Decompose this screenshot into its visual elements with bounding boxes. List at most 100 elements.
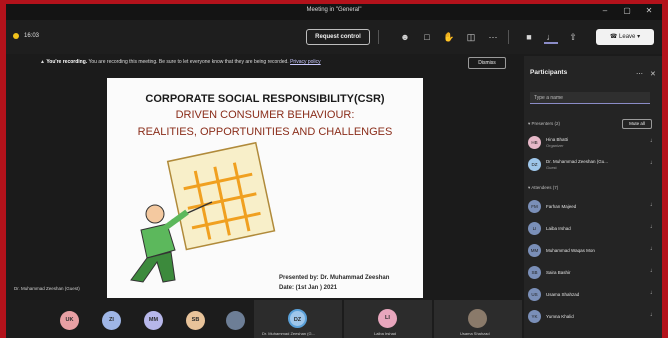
participant-row[interactable]: SB Saira Bashir ♩	[528, 265, 660, 281]
video-tile[interactable]: DZ Dr. Muhammad Zeeshan (G...	[254, 300, 342, 338]
tile-name: Laiba Irshad	[374, 331, 397, 336]
avatar[interactable]: MM	[144, 311, 163, 330]
chat-icon[interactable]: □	[420, 30, 434, 44]
slide-title-line-2: DRIVEN CONSUMER BEHAVIOUR:	[175, 109, 355, 121]
avatar: DZ	[288, 309, 307, 328]
avatar: SB	[528, 266, 541, 279]
dismiss-button[interactable]: Dismiss	[468, 57, 506, 69]
share-screen-icon[interactable]: ⇧	[566, 30, 580, 44]
avatar: LI	[528, 222, 541, 235]
warning-icon: ▲	[40, 59, 45, 65]
raise-hand-icon[interactable]: ✋	[442, 30, 456, 44]
participant-name: Dr. Muhammad Zeeshan (Gu...	[546, 159, 609, 164]
meeting-timer: 16:03	[24, 33, 40, 39]
participant-name: Yumna Khalid	[546, 314, 574, 319]
mic-muted-icon: ♩	[650, 268, 656, 274]
avatar: FM	[528, 200, 541, 213]
meeting-toolbar: 16:03 Request control ☻ □ ✋ ◫ ⋯ ■ ♩ ⇧ ☎ …	[6, 20, 662, 54]
presented-by: Presented by: Dr. Muhammad Zeeshan	[279, 275, 390, 281]
participant-row[interactable]: YK Yumna Khalid ♩	[528, 309, 660, 325]
participant-name: Hina Bhatti	[546, 137, 569, 142]
participant-row[interactable]: DZ Dr. Muhammad Zeeshan (Gu... Guest ♩	[528, 157, 660, 173]
participants-panel: Participants ⋯ ✕ Type a name ▾ Presenter…	[524, 56, 662, 338]
mic-muted-icon: ♩	[650, 224, 656, 230]
participant-search-input[interactable]: Type a name	[530, 92, 650, 104]
avatar[interactable]: SB	[186, 311, 205, 330]
avatar-photo[interactable]	[226, 311, 245, 330]
participant-name: Laiba Irshad	[546, 226, 571, 231]
mute-all-button[interactable]: Mute all	[622, 119, 652, 129]
avatar: YK	[528, 310, 541, 323]
more-options-icon[interactable]: ⋯	[486, 30, 500, 44]
close-icon[interactable]: ✕	[642, 6, 656, 16]
banner-lead: You're recording.	[46, 59, 88, 65]
avatar: HB	[528, 136, 541, 149]
camera-icon[interactable]: ■	[522, 30, 536, 44]
attendees-label: Attendees (7)	[531, 185, 559, 190]
toolbar-divider	[378, 30, 379, 44]
avatar[interactable]: ZI	[102, 311, 121, 330]
request-control-button[interactable]: Request control	[306, 29, 370, 45]
banner-text: You are recording this meeting. Be sure …	[88, 59, 289, 65]
avatar-photo	[468, 309, 487, 328]
presentation-date: Date: (1st Jan ) 2021	[279, 285, 338, 291]
mic-muted-icon: ♩	[650, 202, 656, 208]
chevron-down-icon: ▾	[637, 34, 641, 40]
maximize-icon[interactable]: ▢	[620, 6, 634, 16]
slide-title-line-3: REALITIES, OPPORTUNITIES AND CHALLENGES	[137, 126, 393, 138]
tile-name: Usama Shahzad	[460, 331, 490, 336]
participant-row[interactable]: US Usama Shahzad ♩	[528, 287, 660, 303]
mic-muted-icon: ♩	[650, 290, 656, 296]
slide-title-line-1: CORPORATE SOCIAL RESPONSIBILITY(CSR)	[145, 93, 385, 105]
mic-muted-icon: ♩	[650, 246, 656, 252]
recording-dot-icon	[13, 33, 19, 39]
leave-label: Leave	[619, 34, 636, 40]
speaker-name-tag: Dr. Muhammad Zeeshan (Guest)	[14, 286, 80, 291]
participants-title: Participants	[530, 69, 568, 76]
privacy-policy-link[interactable]: Privacy policy	[290, 59, 321, 65]
avatar: MM	[528, 244, 541, 257]
participant-role: Guest	[546, 165, 557, 170]
mic-muted-icon: ♩	[650, 138, 656, 144]
presenters-section-header[interactable]: ▾ Presenters (2)	[528, 121, 560, 127]
video-tile[interactable]: Usama Shahzad	[434, 300, 522, 338]
title-bar: Meeting in "General" – ▢ ✕	[6, 4, 662, 20]
participant-row[interactable]: FM Farhan Majeed ♩	[528, 199, 660, 215]
more-options-icon[interactable]: ⋯	[636, 70, 643, 78]
recording-banner: ▲ You're recording. You are recording th…	[40, 59, 321, 65]
attendees-section-header[interactable]: ▾ Attendees (7)	[528, 185, 558, 191]
avatar: US	[528, 288, 541, 301]
teams-meeting-window: Meeting in "General" – ▢ ✕ 16:03 Request…	[6, 4, 662, 338]
avatar: LI	[378, 309, 397, 328]
participant-row[interactable]: LI Laiba Irshad ♩	[528, 221, 660, 237]
window-title: Meeting in "General"	[306, 7, 362, 13]
participant-gallery-strip: UK ZI MM SB DZ Dr. Muhammad Zeeshan (G..…	[6, 300, 524, 338]
video-tile[interactable]: LI Laiba Irshad	[344, 300, 432, 338]
close-panel-icon[interactable]: ✕	[650, 70, 656, 78]
presenter-credit: Presented by: Dr. Muhammad Zeeshan Date:…	[279, 273, 389, 293]
minimize-icon[interactable]: –	[598, 6, 612, 16]
avatar: DZ	[528, 158, 541, 171]
avatar[interactable]: UK	[60, 311, 79, 330]
leave-button[interactable]: ☎ Leave ▾	[596, 29, 654, 45]
chevron-down-icon: ▾	[528, 185, 531, 190]
presenter-clipart	[130, 141, 276, 283]
presenters-label: Presenters (2)	[531, 121, 561, 126]
participant-name: Farhan Majeed	[546, 204, 577, 209]
tile-name: Dr. Muhammad Zeeshan (G...	[262, 331, 315, 336]
chevron-down-icon: ▾	[528, 121, 531, 126]
shared-presentation-slide: CORPORATE SOCIAL RESPONSIBILITY(CSR) DRI…	[107, 78, 423, 298]
phone-icon: ☎	[609, 34, 618, 40]
participant-row[interactable]: HB Hina Bhatti Organizer ♩	[528, 135, 660, 151]
toolbar-divider	[508, 30, 509, 44]
participants-icon[interactable]: ☻	[398, 30, 412, 44]
rooms-icon[interactable]: ◫	[464, 30, 478, 44]
participant-role: Organizer	[546, 143, 564, 148]
participant-name: Usama Shahzad	[546, 292, 580, 297]
participant-name: Saira Bashir	[546, 270, 571, 275]
participant-name: Muhammad Waqas Mon	[546, 248, 595, 253]
mic-icon: ♩	[650, 160, 656, 166]
mic-icon[interactable]: ♩	[544, 30, 558, 44]
mic-muted-icon: ♩	[650, 312, 656, 318]
participant-row[interactable]: MM Muhammad Waqas Mon ♩	[528, 243, 660, 259]
